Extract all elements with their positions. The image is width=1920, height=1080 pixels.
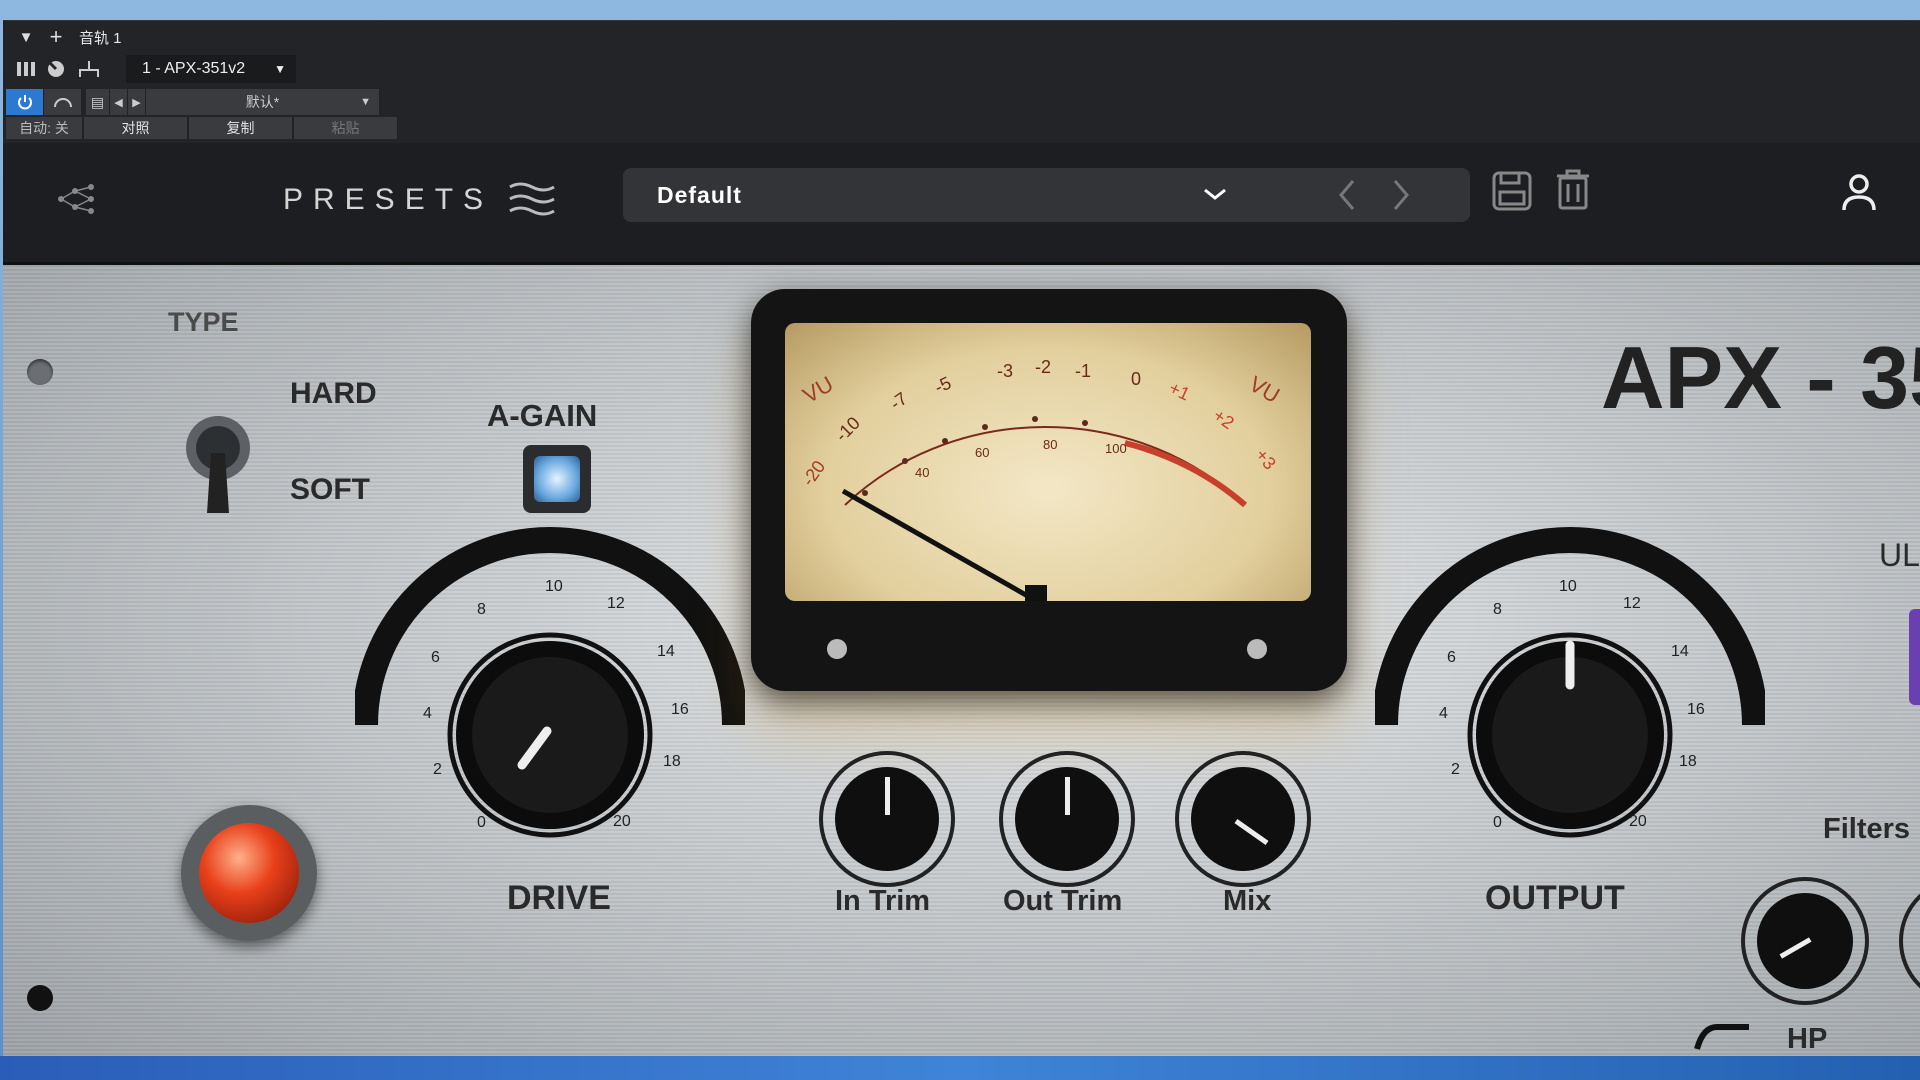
save-icon[interactable] [1491, 170, 1533, 217]
soft-label: SOFT [290, 473, 370, 506]
in-trim-knob[interactable] [819, 751, 955, 887]
presets-label[interactable]: PRESETS [283, 183, 493, 217]
power-lamp [181, 805, 317, 941]
plugin-name: 1 - APX-351v2 [142, 60, 246, 77]
circle-icon[interactable] [41, 59, 71, 79]
plugin-selector[interactable]: 1 - APX-351v2 ▼ [126, 55, 296, 83]
mix-knob[interactable] [1175, 751, 1311, 887]
screw-bottom-left [27, 985, 53, 1011]
hp-label: HP [1787, 1023, 1828, 1055]
power-button[interactable] [6, 89, 44, 115]
hp-knob[interactable] [1741, 877, 1869, 1005]
in-trim-label: In Trim [835, 885, 931, 917]
plugin-window: ▼ + 音轨 1 1 - APX-351v2 ▼ ▤ ◀ ▶ 默认* ▼ 自动:… [3, 20, 1920, 1056]
output-label: OUTPUT [1485, 879, 1625, 917]
dropdown-arrow-icon: ▼ [360, 96, 371, 108]
a-gain-label: A-GAIN [487, 398, 598, 433]
a-gain-button[interactable] [523, 445, 591, 513]
host-action-row: 自动: 关 对照 复制 粘贴 [6, 117, 399, 139]
add-icon[interactable]: + [41, 24, 71, 50]
compare-button[interactable]: 对照 [84, 117, 189, 139]
output-knob[interactable] [1372, 525, 1768, 850]
preset-dropdown-main[interactable]: Default [623, 168, 1470, 222]
hp-curve-icon [1693, 1021, 1753, 1056]
bypass-icon[interactable] [44, 89, 82, 115]
ul-label: UL [1879, 537, 1920, 573]
chevron-down-icon [1203, 186, 1227, 207]
out-trim-label: Out Trim [1003, 885, 1123, 917]
vu-meter: VU VU -20 -10 -7 -5 -3 -2 -1 0 +1 +2 +3 … [751, 289, 1347, 691]
preset-row: ▤ ◀ ▶ 默认* ▼ [6, 89, 380, 115]
trash-icon[interactable] [1553, 168, 1593, 217]
columns-icon[interactable] [11, 60, 41, 78]
next-preset-arrow-icon[interactable] [1389, 178, 1413, 217]
preset-name: Default [657, 182, 742, 208]
hard-label: HARD [290, 377, 377, 410]
out-trim-knob[interactable] [999, 751, 1135, 887]
filters-label: Filters [1823, 813, 1911, 845]
routing-icon[interactable] [71, 59, 107, 79]
ul-button[interactable] [1909, 609, 1920, 705]
copy-button[interactable]: 复制 [189, 117, 294, 139]
faceplate: TYPE HARD SOFT A-GAIN 0 2 4 6 8 10 12 14… [3, 265, 1920, 1056]
preset-dropdown[interactable]: 默认* ▼ [146, 89, 380, 115]
collapse-arrow-icon[interactable]: ▼ [11, 29, 41, 46]
lp-knob[interactable] [1899, 877, 1920, 1005]
user-account-icon[interactable] [1841, 173, 1877, 218]
preset-value: 默认* [245, 94, 280, 110]
next-preset-button[interactable]: ▶ [128, 89, 146, 115]
type-label: TYPE [168, 307, 239, 337]
share-icon[interactable] [53, 179, 103, 224]
screw-top-left [27, 359, 53, 385]
preset-file-icon[interactable]: ▤ [86, 89, 110, 115]
meter-screw-left [827, 639, 847, 659]
prev-preset-arrow-icon[interactable] [1335, 178, 1359, 217]
vu-meter-face: VU VU -20 -10 -7 -5 -3 -2 -1 0 +1 +2 +3 … [785, 323, 1311, 605]
track-name: 音轨 1 [79, 29, 122, 47]
presets-menu-icon[interactable] [508, 179, 558, 228]
meter-screw-right [1247, 639, 1267, 659]
drive-knob[interactable] [352, 525, 748, 850]
auto-off-button[interactable]: 自动: 关 [6, 117, 84, 139]
preset-toolbar: PRESETS Default [3, 143, 1920, 265]
paste-button[interactable]: 粘贴 [294, 117, 399, 139]
brand-title: APX - 35 [1601, 328, 1920, 427]
drive-label: DRIVE [507, 879, 611, 917]
host-header: ▼ + 音轨 1 1 - APX-351v2 ▼ ▤ ◀ ▶ 默认* ▼ 自动:… [3, 21, 1920, 143]
mix-label: Mix [1223, 885, 1272, 917]
type-toggle-switch[interactable] [183, 413, 253, 528]
taskbar-band [0, 1056, 1920, 1080]
chevron-down-icon: ▼ [274, 62, 286, 76]
prev-preset-button[interactable]: ◀ [110, 89, 128, 115]
